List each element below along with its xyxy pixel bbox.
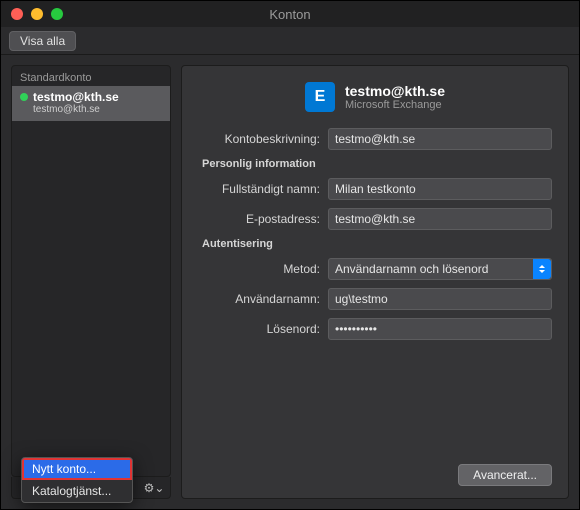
show-all-button[interactable]: Visa alla bbox=[9, 31, 76, 51]
accounts-window: Konton Visa alla Standardkonto testmo@kt… bbox=[0, 0, 580, 510]
fullname-input[interactable] bbox=[328, 178, 552, 200]
label-email: E-postadress: bbox=[198, 212, 328, 226]
auth-method-select[interactable]: Användarnamn och lösenord bbox=[328, 258, 552, 280]
body: Standardkonto testmo@kth.se testmo@kth.s… bbox=[1, 55, 579, 509]
account-form: Kontobeskrivning: Personlig information … bbox=[198, 128, 552, 348]
gear-icon: ⚙ bbox=[144, 481, 155, 495]
account-subtitle: Microsoft Exchange bbox=[345, 99, 445, 111]
label-password: Lösenord: bbox=[198, 322, 328, 336]
account-list-item[interactable]: testmo@kth.se testmo@kth.se bbox=[12, 86, 170, 121]
account-email: testmo@kth.se bbox=[33, 104, 162, 115]
status-online-icon bbox=[20, 93, 28, 101]
email-input[interactable] bbox=[328, 208, 552, 230]
account-name: testmo@kth.se bbox=[33, 90, 119, 104]
label-method: Metod: bbox=[198, 262, 328, 276]
add-menu-popup: Nytt konto... Katalogtjänst... bbox=[21, 457, 133, 503]
account-details-panel: E testmo@kth.se Microsoft Exchange Konto… bbox=[181, 65, 569, 499]
section-authentication: Autentisering bbox=[202, 238, 552, 250]
toolbar: Visa alla bbox=[1, 27, 579, 55]
titlebar: Konton bbox=[1, 1, 579, 27]
account-header: E testmo@kth.se Microsoft Exchange bbox=[198, 82, 552, 112]
password-input[interactable] bbox=[328, 318, 552, 340]
username-input[interactable] bbox=[328, 288, 552, 310]
section-personal-info: Personlig information bbox=[202, 158, 552, 170]
label-username: Användarnamn: bbox=[198, 292, 328, 306]
label-fullname: Fullständigt namn: bbox=[198, 182, 328, 196]
advanced-button[interactable]: Avancerat... bbox=[458, 464, 552, 486]
select-stepper-icon bbox=[533, 259, 551, 279]
accounts-list: Standardkonto testmo@kth.se testmo@kth.s… bbox=[11, 65, 171, 477]
menu-item-directory-service[interactable]: Katalogtjänst... bbox=[22, 480, 132, 502]
chevron-down-icon: ⌄ bbox=[154, 481, 164, 495]
description-input[interactable] bbox=[328, 128, 552, 150]
account-title: testmo@kth.se bbox=[345, 83, 445, 99]
accounts-list-header: Standardkonto bbox=[12, 66, 170, 86]
account-actions-button[interactable]: ⚙⌄ bbox=[142, 478, 166, 498]
menu-item-new-account[interactable]: Nytt konto... bbox=[22, 458, 132, 480]
label-description: Kontobeskrivning: bbox=[198, 132, 328, 146]
window-title: Konton bbox=[1, 7, 579, 22]
sidebar: Standardkonto testmo@kth.se testmo@kth.s… bbox=[11, 65, 171, 499]
exchange-icon: E bbox=[305, 82, 335, 112]
auth-method-value: Användarnamn och lösenord bbox=[335, 262, 488, 276]
